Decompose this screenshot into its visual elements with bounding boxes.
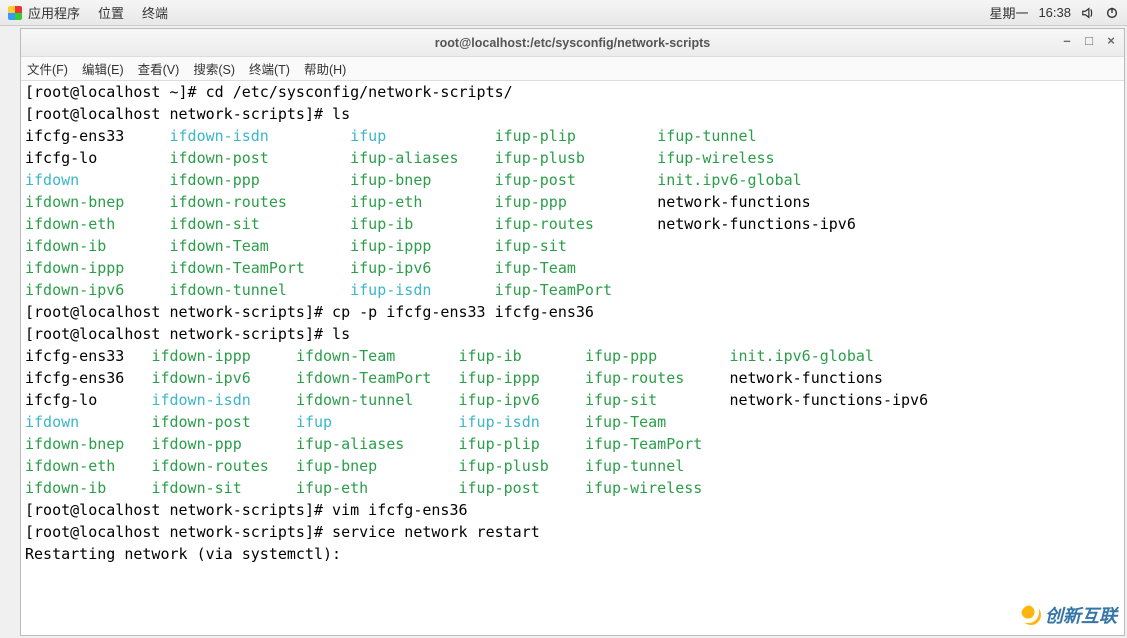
menu-terminal[interactable]: 终端(T) <box>249 59 290 78</box>
prompt-line: [root@localhost ~]# cd /etc/sysconfig/ne… <box>25 81 1120 103</box>
ls-row: ifcfg-lo ifdown-isdn ifdown-tunnel ifup-… <box>25 389 1120 411</box>
ls-row: ifdown-bnep ifdown-ppp ifup-aliases ifup… <box>25 433 1120 455</box>
volume-icon[interactable] <box>1081 5 1095 21</box>
panel-time: 16:38 <box>1038 5 1071 20</box>
window-titlebar[interactable]: root@localhost:/etc/sysconfig/network-sc… <box>21 29 1124 57</box>
ls-row: ifdown-bnep ifdown-routes ifup-eth ifup-… <box>25 191 1120 213</box>
terminal-window: root@localhost:/etc/sysconfig/network-sc… <box>20 28 1125 636</box>
ls-row: ifdown ifdown-ppp ifup-bnep ifup-post in… <box>25 169 1120 191</box>
ls-row: ifdown-ib ifdown-Team ifup-ippp ifup-sit <box>25 235 1120 257</box>
menu-file[interactable]: 文件(F) <box>27 59 68 78</box>
window-minimize-button[interactable]: – <box>1060 33 1074 48</box>
watermark-text: 创新互联 <box>1045 602 1117 628</box>
window-title: root@localhost:/etc/sysconfig/network-sc… <box>435 36 710 50</box>
prompt-line: [root@localhost network-scripts]# ls <box>25 103 1120 125</box>
panel-terminal[interactable]: 终端 <box>142 3 168 22</box>
ls-row: ifcfg-ens36 ifdown-ipv6 ifdown-TeamPort … <box>25 367 1120 389</box>
panel-day: 星期一 <box>989 3 1028 22</box>
window-close-button[interactable]: × <box>1104 33 1118 48</box>
watermark: 创新互联 <box>1021 602 1117 628</box>
menu-edit[interactable]: 编辑(E) <box>82 59 124 78</box>
watermark-icon <box>1021 605 1041 625</box>
output-line: Restarting network (via systemctl): <box>25 543 1120 565</box>
panel-applications[interactable]: 应用程序 <box>28 3 80 22</box>
panel-places[interactable]: 位置 <box>98 3 124 22</box>
applications-icon <box>8 6 22 20</box>
menu-search[interactable]: 搜索(S) <box>193 59 235 78</box>
ls-row: ifdown ifdown-post ifup ifup-isdn ifup-T… <box>25 411 1120 433</box>
ls-row: ifdown-ippp ifdown-TeamPort ifup-ipv6 if… <box>25 257 1120 279</box>
menu-view[interactable]: 查看(V) <box>138 59 180 78</box>
ls-row: ifdown-eth ifdown-routes ifup-bnep ifup-… <box>25 455 1120 477</box>
menu-help[interactable]: 帮助(H) <box>304 59 346 78</box>
terminal-menubar: 文件(F) 编辑(E) 查看(V) 搜索(S) 终端(T) 帮助(H) <box>21 57 1124 81</box>
prompt-line: [root@localhost network-scripts]# vim if… <box>25 499 1120 521</box>
ls-row: ifcfg-ens33 ifdown-isdn ifup ifup-plip i… <box>25 125 1120 147</box>
window-maximize-button[interactable]: □ <box>1082 33 1096 48</box>
desktop-top-panel: 应用程序 位置 终端 星期一 16:38 <box>0 0 1127 26</box>
ls-row: ifdown-ib ifdown-sit ifup-eth ifup-post … <box>25 477 1120 499</box>
ls-row: ifcfg-lo ifdown-post ifup-aliases ifup-p… <box>25 147 1120 169</box>
prompt-line: [root@localhost network-scripts]# ls <box>25 323 1120 345</box>
terminal-output[interactable]: [root@localhost ~]# cd /etc/sysconfig/ne… <box>21 81 1124 635</box>
ls-row: ifcfg-ens33 ifdown-ippp ifdown-Team ifup… <box>25 345 1120 367</box>
ls-row: ifdown-ipv6 ifdown-tunnel ifup-isdn ifup… <box>25 279 1120 301</box>
prompt-line: [root@localhost network-scripts]# servic… <box>25 521 1120 543</box>
ls-row: ifdown-eth ifdown-sit ifup-ib ifup-route… <box>25 213 1120 235</box>
prompt-line: [root@localhost network-scripts]# cp -p … <box>25 301 1120 323</box>
power-icon[interactable] <box>1105 5 1119 21</box>
